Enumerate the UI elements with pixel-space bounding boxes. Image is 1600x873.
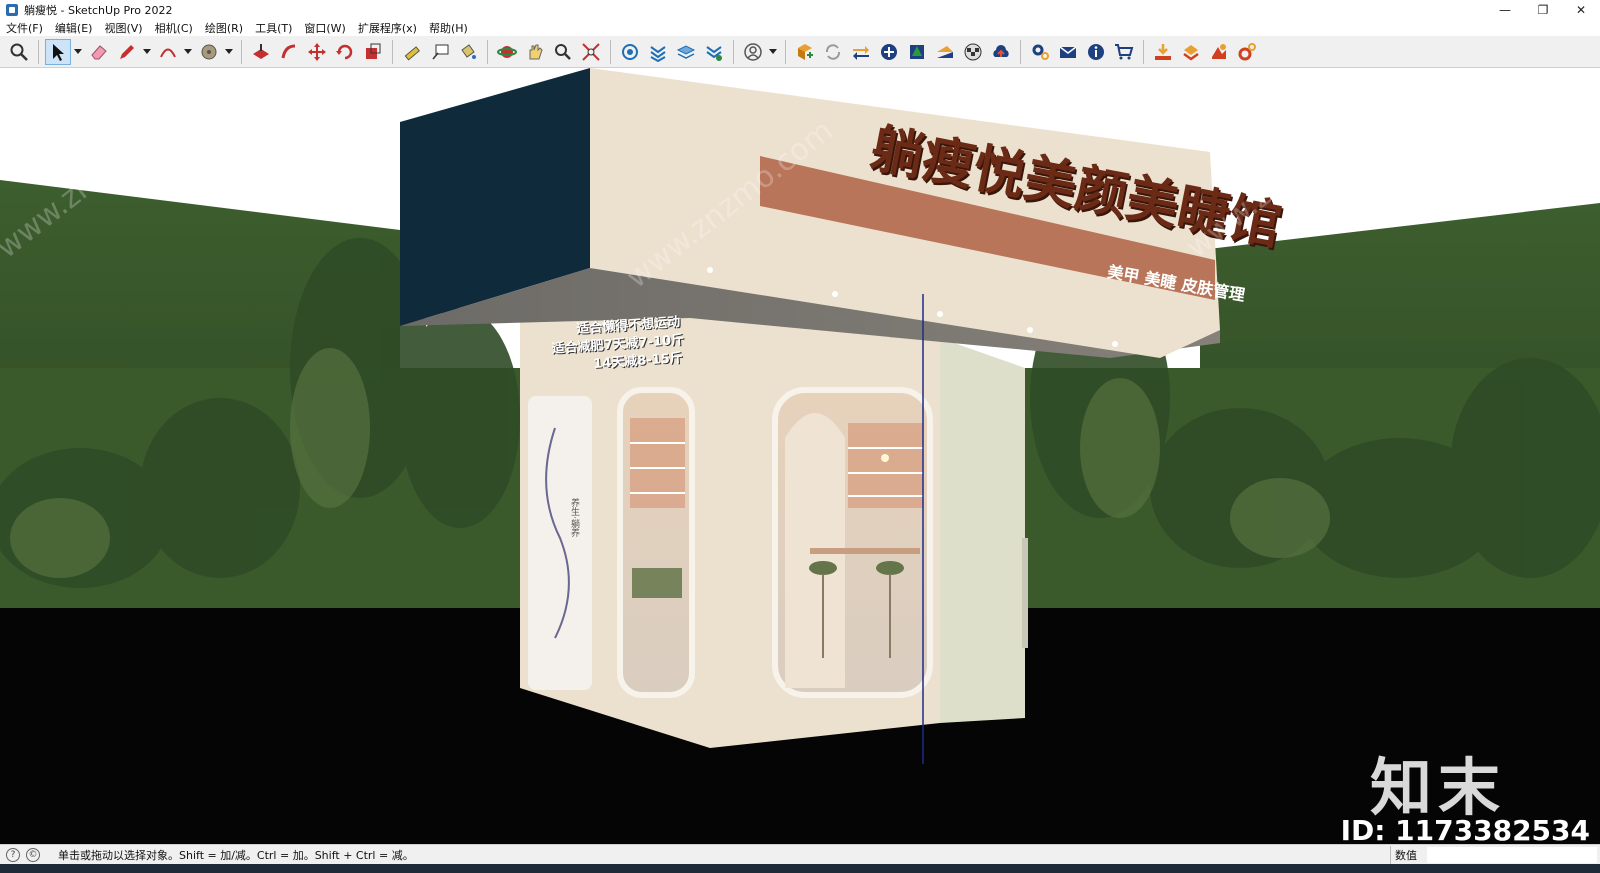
account-dropdown[interactable] bbox=[768, 39, 778, 65]
toolbar-separator bbox=[1143, 39, 1144, 64]
side-door-handle bbox=[1022, 538, 1028, 648]
3d-scene bbox=[0, 68, 1600, 844]
cloud-upload-icon[interactable] bbox=[988, 39, 1014, 65]
mail-icon[interactable] bbox=[1055, 39, 1081, 65]
shadow-icon[interactable] bbox=[932, 39, 958, 65]
close-button[interactable]: ✕ bbox=[1562, 0, 1600, 20]
zoom-icon[interactable] bbox=[6, 39, 32, 65]
minimize-button[interactable]: — bbox=[1486, 0, 1524, 20]
measurements-input[interactable] bbox=[1427, 847, 1597, 863]
scale-icon[interactable] bbox=[360, 39, 386, 65]
toolbar-separator bbox=[733, 39, 734, 64]
text-label-icon[interactable] bbox=[427, 39, 453, 65]
model-viewport[interactable]: 躺瘦悦美颜美睫馆 美甲 美睫 皮肤管理 适合懒得不想运动 适合减肥7天减7-10… bbox=[0, 68, 1600, 844]
settings-icon[interactable] bbox=[1027, 39, 1053, 65]
cart-icon[interactable] bbox=[1111, 39, 1137, 65]
zoom-extents-icon[interactable] bbox=[578, 39, 604, 65]
components-icon[interactable] bbox=[645, 39, 671, 65]
menu-tools[interactable]: 工具(T) bbox=[255, 20, 292, 36]
measurements-label: 数值 bbox=[1395, 849, 1417, 862]
window-controls: — ❐ ✕ bbox=[1486, 0, 1600, 20]
magnify-icon[interactable] bbox=[550, 39, 576, 65]
side-panel bbox=[528, 396, 592, 690]
toolbar-separator bbox=[487, 39, 488, 64]
orbit-icon[interactable] bbox=[494, 39, 520, 65]
toolbar-separator bbox=[392, 39, 393, 64]
circle-dropdown[interactable] bbox=[224, 39, 234, 65]
maximize-button[interactable]: ❐ bbox=[1524, 0, 1562, 20]
menu-camera[interactable]: 相机(C) bbox=[155, 20, 193, 36]
plus-circle-icon[interactable] bbox=[876, 39, 902, 65]
checker-icon[interactable] bbox=[960, 39, 986, 65]
measurements-box: 数值 bbox=[1390, 846, 1600, 864]
credits-icon[interactable]: © bbox=[26, 847, 40, 862]
rotate-icon[interactable] bbox=[332, 39, 358, 65]
tape-measure-icon[interactable] bbox=[399, 39, 425, 65]
account-icon[interactable] bbox=[740, 39, 766, 65]
circle-icon[interactable] bbox=[196, 39, 222, 65]
import-icon[interactable] bbox=[1150, 39, 1176, 65]
title-bar: 躺瘦悦 - SketchUp Pro 2022 — ❐ ✕ bbox=[0, 0, 1600, 20]
toolbar-separator bbox=[1020, 39, 1021, 64]
status-bar: ? © 单击或拖动以选择对象。Shift = 加/减。Ctrl = 加。Shif… bbox=[0, 844, 1600, 864]
menu-edit[interactable]: 编辑(E) bbox=[55, 20, 93, 36]
menu-draw[interactable]: 绘图(R) bbox=[205, 20, 243, 36]
move-icon[interactable] bbox=[304, 39, 330, 65]
follow-me-icon[interactable] bbox=[276, 39, 302, 65]
info-icon[interactable] bbox=[1083, 39, 1109, 65]
toolbar-separator bbox=[38, 39, 39, 64]
export-icon[interactable] bbox=[1178, 39, 1204, 65]
side-panel-text: 养生·躺养 bbox=[569, 498, 579, 537]
menu-window[interactable]: 窗口(W) bbox=[304, 20, 345, 36]
menu-view[interactable]: 视图(V) bbox=[104, 20, 142, 36]
arc-dropdown[interactable] bbox=[183, 39, 193, 65]
select-dropdown[interactable] bbox=[73, 39, 83, 65]
pencil-dropdown[interactable] bbox=[142, 39, 152, 65]
toolbar-separator bbox=[241, 39, 242, 64]
status-hint: 单击或拖动以选择对象。Shift = 加/减。Ctrl = 加。Shift + … bbox=[58, 848, 414, 862]
menu-help[interactable]: 帮助(H) bbox=[429, 20, 468, 36]
kiosk-side-wall bbox=[940, 338, 1025, 723]
toolbar-separator bbox=[785, 39, 786, 64]
add-location-icon[interactable] bbox=[792, 39, 818, 65]
os-taskbar bbox=[0, 864, 1600, 873]
pan-icon[interactable] bbox=[522, 39, 548, 65]
paint-bucket-icon[interactable] bbox=[455, 39, 481, 65]
refresh-icon[interactable] bbox=[820, 39, 846, 65]
pencil-icon[interactable] bbox=[114, 39, 140, 65]
plugin-icon[interactable] bbox=[1206, 39, 1232, 65]
menu-bar: 文件(F) 编辑(E) 视图(V) 相机(C) 绘图(R) 工具(T) 窗口(W… bbox=[0, 20, 1600, 36]
select-arrow-icon[interactable] bbox=[45, 38, 71, 65]
menu-extensions[interactable]: 扩展程序(x) bbox=[358, 20, 417, 36]
geolocation-icon[interactable]: ? bbox=[6, 847, 20, 862]
window-left-interior bbox=[630, 418, 685, 598]
main-toolbar bbox=[0, 36, 1600, 68]
menu-file[interactable]: 文件(F) bbox=[6, 20, 43, 36]
toolbar-separator bbox=[610, 39, 611, 64]
promo-text-block: 适合懒得不想运动 适合减肥7天减7-10斤 14天减8-15斤 bbox=[550, 314, 684, 377]
eraser-icon[interactable] bbox=[86, 39, 112, 65]
window-title: 躺瘦悦 - SketchUp Pro 2022 bbox=[24, 4, 173, 17]
toggle-terrain-icon[interactable] bbox=[848, 39, 874, 65]
push-pull-icon[interactable] bbox=[248, 39, 274, 65]
gear-plugin-icon[interactable] bbox=[1234, 39, 1260, 65]
watermark-id: ID: 1173382534 bbox=[1340, 814, 1590, 844]
sketchup-app-icon bbox=[6, 4, 18, 16]
warehouse-icon[interactable] bbox=[617, 39, 643, 65]
layers-icon[interactable] bbox=[673, 39, 699, 65]
tree-icon[interactable] bbox=[904, 39, 930, 65]
arc-icon[interactable] bbox=[155, 39, 181, 65]
extension-icon[interactable] bbox=[701, 39, 727, 65]
